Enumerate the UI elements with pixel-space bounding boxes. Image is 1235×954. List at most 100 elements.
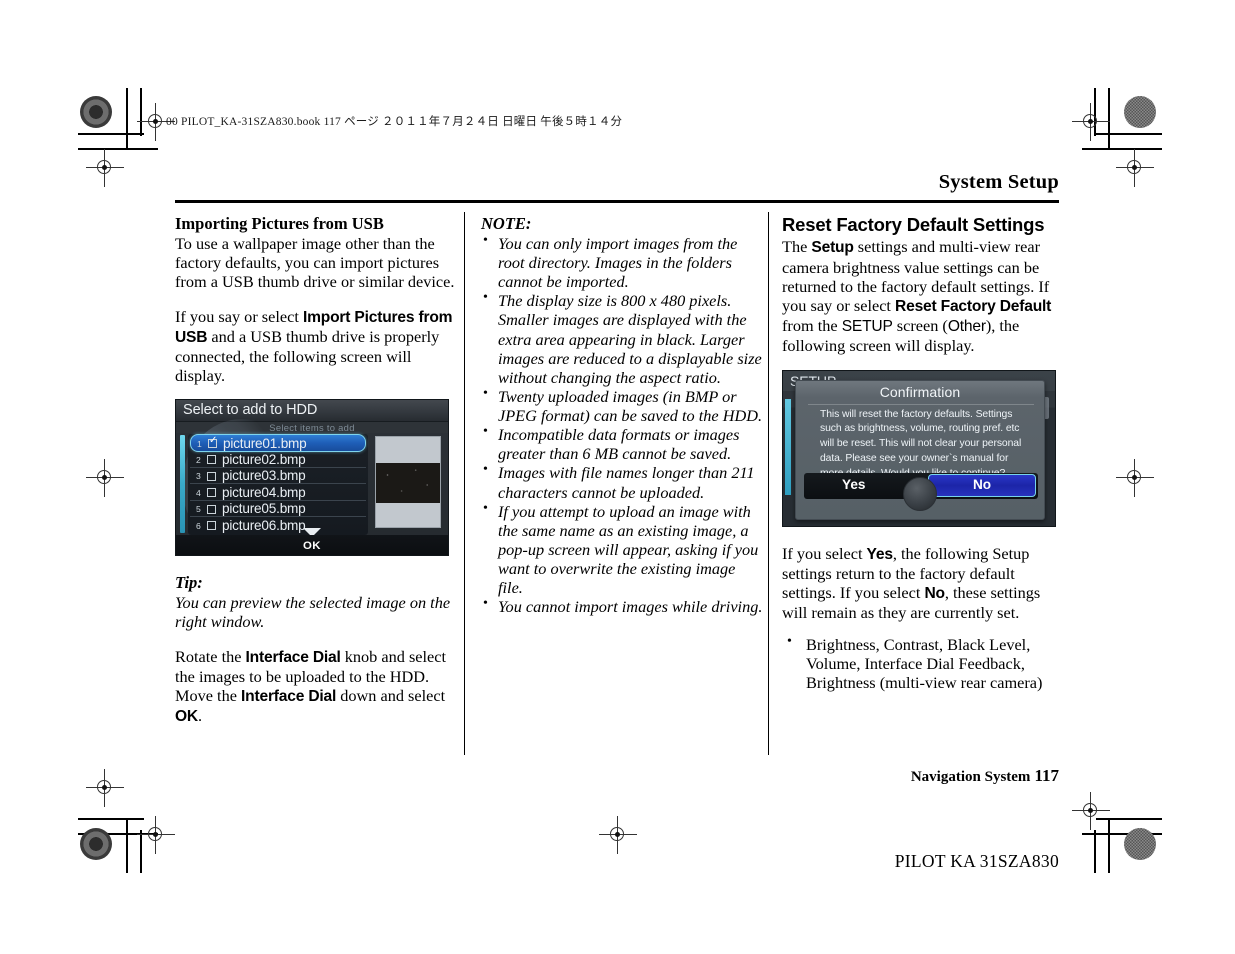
list-item: You can only import images from the root… bbox=[481, 233, 764, 291]
dialog-title-rule bbox=[808, 403, 1034, 405]
registration-mark bbox=[1072, 103, 1110, 141]
file-name: picture05.bmp bbox=[222, 501, 306, 517]
paragraph-reset-intro: The Setup settings and multi-view rear c… bbox=[782, 237, 1065, 355]
list-item[interactable]: 2 picture02.bmp bbox=[190, 451, 366, 468]
emphasis-setup: Setup bbox=[811, 239, 854, 257]
list-item: You cannot import images while driving. bbox=[481, 596, 764, 616]
paragraph-import-instructions: If you say or select Import Pictures fro… bbox=[175, 307, 458, 386]
text-fragment: from the bbox=[782, 316, 842, 336]
note-heading: NOTE: bbox=[481, 214, 532, 233]
row-number: 6 bbox=[196, 520, 201, 531]
halftone-screen-dot bbox=[80, 828, 112, 860]
paragraph-text: To use a wallpaper image other than the … bbox=[175, 234, 455, 292]
file-name: picture04.bmp bbox=[222, 484, 306, 500]
checkbox-icon[interactable] bbox=[207, 471, 216, 481]
header-rule bbox=[175, 200, 1059, 203]
file-name: picture01.bmp bbox=[223, 435, 307, 451]
image-preview-pane bbox=[375, 436, 441, 529]
halftone-screen-dot bbox=[1124, 828, 1156, 860]
crop-mark-line bbox=[140, 88, 142, 136]
text-fragment: If you select bbox=[782, 543, 867, 563]
registration-mark bbox=[86, 149, 124, 187]
text-fragment: Rotate the bbox=[175, 646, 246, 666]
crop-mark-line bbox=[78, 818, 144, 820]
list-item[interactable]: 6 picture06.bmp bbox=[190, 517, 366, 534]
text-fragment: . bbox=[198, 706, 203, 726]
checkbox-icon[interactable] bbox=[207, 504, 216, 514]
emphasis-interface-dial: Interface Dial bbox=[241, 687, 337, 705]
section-heading-importing-pictures: Importing Pictures from USB bbox=[175, 214, 384, 233]
label-setup-screen: SETUP bbox=[841, 318, 893, 336]
crop-mark-line bbox=[126, 818, 128, 873]
row-number: 4 bbox=[196, 487, 201, 498]
emphasis-no: No bbox=[924, 585, 945, 603]
nav-screen-body: 1 picture01.bmp 2 picture02.bmp 3 pictur… bbox=[176, 419, 448, 552]
crop-mark-line bbox=[1096, 818, 1162, 820]
checkbox-icon[interactable] bbox=[207, 488, 216, 498]
page-number: 117 bbox=[1034, 766, 1059, 785]
list-item[interactable]: 4 picture04.bmp bbox=[190, 484, 366, 501]
dialog-title: Confirmation bbox=[879, 383, 961, 400]
file-name: picture03.bmp bbox=[222, 468, 306, 484]
registration-mark bbox=[137, 816, 175, 854]
nav-screen-title: Select to add to HDD bbox=[183, 402, 318, 419]
text-fragment: The bbox=[782, 237, 812, 257]
nav-screenshot-select-to-add-to-hdd: Select to add to HDD Select items to add… bbox=[175, 399, 449, 557]
checkbox-icon[interactable] bbox=[207, 521, 216, 531]
emphasis-ok: OK bbox=[175, 708, 198, 726]
list-item[interactable]: 3 picture03.bmp bbox=[190, 468, 366, 485]
crop-mark-line bbox=[140, 830, 142, 873]
footer-model-code: PILOT KA 31SZA830 bbox=[894, 851, 1059, 871]
column-3: Reset Factory Default Settings The Setup… bbox=[782, 214, 1065, 692]
crop-mark-line bbox=[78, 148, 158, 150]
list-item: Images with file names longer than 211 c… bbox=[481, 462, 764, 501]
footer-section-text: Navigation System bbox=[910, 769, 1031, 785]
row-number: 1 bbox=[197, 438, 202, 449]
nav-footer-bar: OK bbox=[176, 535, 448, 556]
note-list: You can only import images from the root… bbox=[481, 233, 764, 617]
halftone-screen-dot bbox=[1124, 96, 1156, 128]
nav-screenshot-confirmation-dialog: SETUP Confirmation This will reset the f… bbox=[782, 369, 1056, 527]
paragraph-yes-no-result: If you select Yes, the following Setup s… bbox=[782, 544, 1065, 623]
paragraph-intro: To use a wallpaper image other than the … bbox=[175, 234, 458, 291]
list-item[interactable]: 5 picture05.bmp bbox=[190, 501, 366, 518]
nav-scrollbar[interactable] bbox=[180, 435, 185, 534]
text-fragment: down and select bbox=[336, 685, 446, 705]
checkbox-icon[interactable] bbox=[208, 436, 217, 449]
section-heading-reset-factory-default: Reset Factory Default Settings bbox=[782, 214, 1045, 235]
interface-dial-knob-icon[interactable] bbox=[903, 476, 937, 511]
manual-page: 00 PILOT_KA-31SZA830.book 117 ページ ２０１１年７… bbox=[0, 0, 1235, 954]
column-divider bbox=[464, 212, 466, 755]
column-2: NOTE: You can only import images from th… bbox=[481, 214, 764, 617]
registration-mark bbox=[1072, 792, 1110, 830]
registration-mark bbox=[1116, 459, 1154, 497]
column-divider bbox=[768, 212, 770, 755]
list-item: The display size is 800 x 480 pixels. Sm… bbox=[481, 290, 764, 387]
halftone-screen-dot bbox=[80, 96, 112, 128]
row-number: 2 bbox=[196, 454, 201, 465]
column-1: Importing Pictures from USB To use a wal… bbox=[175, 214, 458, 727]
page-title: System Setup bbox=[938, 171, 1059, 193]
no-button[interactable]: No bbox=[928, 474, 1036, 498]
list-item: Twenty uploaded images (in BMP or JPEG f… bbox=[481, 386, 764, 425]
row-number: 5 bbox=[196, 504, 201, 515]
ok-button[interactable]: OK bbox=[176, 540, 448, 552]
emphasis-interface-dial: Interface Dial bbox=[245, 648, 341, 666]
crop-mark-line bbox=[126, 88, 128, 149]
book-info-line: 00 PILOT_KA-31SZA830.book 117 ページ ２０１１年７… bbox=[166, 116, 623, 128]
tip-body: You can preview the selected image on th… bbox=[175, 593, 451, 632]
file-name: picture06.bmp bbox=[222, 517, 306, 533]
emphasis-yes: Yes bbox=[866, 545, 893, 563]
list-item[interactable]: 1 picture01.bmp bbox=[190, 434, 366, 452]
preview-image bbox=[376, 463, 440, 504]
emphasis-reset-factory-default: Reset Factory Default bbox=[895, 297, 1052, 315]
footer-section-label: Navigation System 117 bbox=[911, 766, 1059, 786]
crop-mark-line bbox=[78, 133, 144, 135]
yes-button[interactable]: Yes bbox=[842, 477, 865, 492]
checkbox-icon[interactable] bbox=[207, 455, 216, 465]
list-item: Brightness, Contrast, Black Level, Volum… bbox=[782, 634, 1065, 692]
list-item: Incompatible data formats or images grea… bbox=[481, 424, 764, 463]
file-name: picture02.bmp bbox=[222, 451, 306, 467]
